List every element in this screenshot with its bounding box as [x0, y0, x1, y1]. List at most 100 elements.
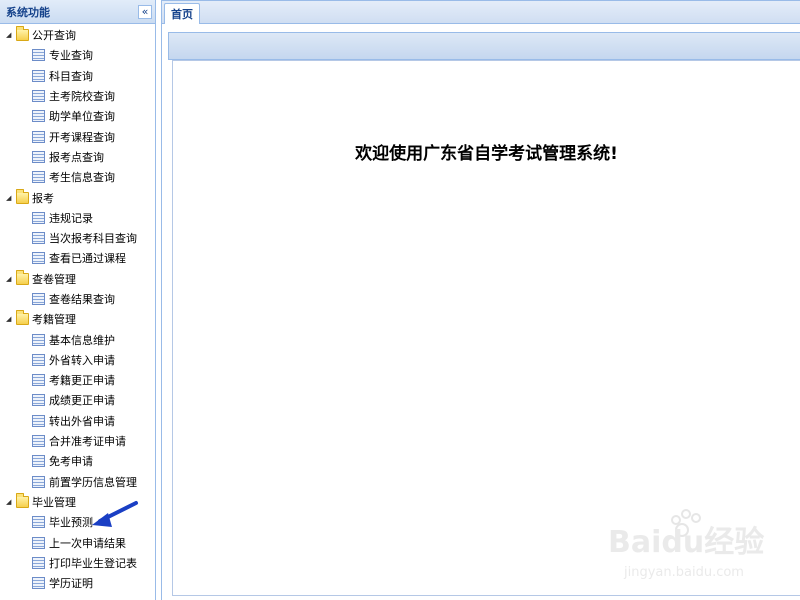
tree-leaf[interactable]: 开考课程查询	[0, 126, 155, 146]
expand-triangle-icon[interactable]: ◢	[6, 498, 16, 506]
tree-leaf-label: 毕业预测	[49, 516, 93, 530]
annotation-arrow-icon	[92, 501, 138, 527]
tree-leaf-label: 开考课程查询	[49, 130, 115, 144]
folder-icon	[16, 269, 29, 285]
tree-leaf-label: 外省转入申请	[49, 353, 115, 367]
page-icon	[32, 475, 45, 488]
content-toolbar	[168, 32, 800, 60]
tab-home[interactable]: 首页	[164, 3, 200, 24]
tree-leaf-label: 查看已通过课程	[49, 252, 126, 266]
sidebar-title: 系统功能	[6, 5, 50, 19]
tree-leaf[interactable]: 基本信息维护	[0, 329, 155, 349]
tree-leaf-label: 科目查询	[49, 69, 93, 83]
tree-leaf-label: 免考申请	[49, 455, 93, 469]
tree-leaf-label: 学历证明	[49, 577, 93, 591]
tree-group: ◢ 考籍管理 基本信息维护 外省转入申请 考籍更正申请 成绩更正申请 转出外省申…	[0, 309, 155, 492]
tree-group-label: 公开查询	[32, 29, 76, 43]
sidebar-header: 系统功能 «	[0, 0, 155, 24]
tree-leaf-label: 打印毕业生登记表	[49, 556, 137, 570]
page-icon	[32, 333, 45, 346]
page-icon	[32, 150, 45, 163]
watermark-brand: Baidu经验	[608, 525, 764, 560]
page-icon	[32, 130, 45, 143]
expand-triangle-icon[interactable]: ◢	[6, 275, 16, 283]
tree-leaf[interactable]: 查看已通过课程	[0, 248, 155, 268]
tree-group-public-query[interactable]: ◢ 公开查询	[0, 25, 155, 45]
collapse-sidebar-button[interactable]: «	[138, 4, 152, 19]
tree-group-paper-review[interactable]: ◢ 查卷管理	[0, 269, 155, 289]
tree-leaf-label: 查卷结果查询	[49, 293, 115, 306]
folder-icon	[16, 310, 29, 326]
tree-group-exam-records[interactable]: ◢ 考籍管理	[0, 309, 155, 329]
page-icon	[32, 353, 45, 366]
tree-leaf-label: 前置学历信息管理	[49, 475, 137, 489]
tree-leaf[interactable]: 上一次申请结果	[0, 532, 155, 552]
page-icon	[32, 516, 45, 529]
tree-leaf[interactable]: 打印毕业生登记表	[0, 553, 155, 573]
tree-group-label: 报考	[32, 191, 54, 205]
page-icon	[32, 232, 45, 245]
tree-leaf-label: 成绩更正申请	[49, 394, 115, 408]
tree-leaf[interactable]: 主考院校查询	[0, 86, 155, 106]
tree-leaf-label: 基本信息维护	[49, 333, 115, 347]
page-icon	[32, 556, 45, 569]
tree-leaf[interactable]: 报考点查询	[0, 147, 155, 167]
tree-leaf-label: 报考点查询	[49, 150, 104, 164]
page-icon	[32, 414, 45, 427]
tree-leaf[interactable]: 成绩更正申请	[0, 390, 155, 410]
page-icon	[32, 435, 45, 448]
baidu-watermark-logo: Baidu经验 jingyan.baidu.com	[608, 509, 764, 580]
tree-group-label: 考籍管理	[32, 313, 76, 327]
folder-icon	[16, 26, 29, 42]
page-icon	[32, 171, 45, 184]
page-icon	[32, 252, 45, 265]
tree-leaf[interactable]: 违规记录	[0, 208, 155, 228]
page-icon	[32, 536, 45, 549]
tree-group-label: 查卷管理	[32, 272, 76, 286]
tree-leaf[interactable]: 学历证明	[0, 573, 155, 593]
tree-leaf[interactable]: 助学单位查询	[0, 106, 155, 126]
tree-group: ◢ 公开查询 专业查询 科目查询 主考院校查询 助学单位查询 开考课程查询 报考…	[0, 25, 155, 187]
folder-icon	[16, 188, 29, 204]
tree-leaf-label: 转出外省申请	[49, 414, 115, 428]
page-icon	[32, 394, 45, 407]
page-icon	[32, 110, 45, 123]
tree-leaf[interactable]: 合并准考证申请	[0, 431, 155, 451]
page-icon	[32, 455, 45, 468]
welcome-message: 欢迎使用广东省自学考试管理系统!	[355, 144, 618, 164]
watermark-url: jingyan.baidu.com	[623, 565, 744, 580]
tree-leaf[interactable]: 外省转入申请	[0, 350, 155, 370]
tree-leaf-label: 主考院校查询	[49, 90, 115, 104]
tree-group: ◢ 查卷管理 查卷结果查询	[0, 269, 155, 310]
tree-leaf-label: 助学单位查询	[49, 110, 115, 124]
tree-leaf-label: 专业查询	[49, 49, 93, 63]
tree-leaf[interactable]: 前置学历信息管理	[0, 472, 155, 492]
tree-leaf-label: 考籍更正申请	[49, 374, 115, 388]
page-icon	[32, 577, 45, 590]
tree-group: ◢ 报考 违规记录 当次报考科目查询 查看已通过课程	[0, 187, 155, 268]
tab-strip: 首页	[161, 0, 800, 24]
page-icon	[32, 374, 45, 387]
tree-group-registration[interactable]: ◢ 报考	[0, 187, 155, 207]
tree-leaf[interactable]: 查卷结果查询	[0, 289, 155, 309]
page-icon	[32, 90, 45, 103]
tree-leaf[interactable]: 科目查询	[0, 66, 155, 86]
tree-leaf-label: 合并准考证申请	[49, 435, 126, 449]
tree-leaf[interactable]: 转出外省申请	[0, 411, 155, 431]
tree-leaf-label: 当次报考科目查询	[49, 232, 137, 246]
tree-group-label: 毕业管理	[32, 495, 76, 509]
tree-leaf[interactable]: 考生信息查询	[0, 167, 155, 187]
tree-leaf[interactable]: 考籍更正申请	[0, 370, 155, 390]
page-icon	[32, 293, 45, 305]
tree-leaf[interactable]: 专业查询	[0, 45, 155, 65]
expand-triangle-icon[interactable]: ◢	[6, 194, 16, 202]
tree-leaf-label: 上一次申请结果	[49, 536, 126, 550]
page-icon	[32, 211, 45, 224]
expand-triangle-icon[interactable]: ◢	[6, 315, 16, 323]
folder-icon	[16, 492, 29, 508]
expand-triangle-icon[interactable]: ◢	[6, 31, 16, 39]
tree-leaf-label: 考生信息查询	[49, 171, 115, 185]
tree-leaf[interactable]: 免考申请	[0, 451, 155, 471]
tree-leaf[interactable]: 当次报考科目查询	[0, 228, 155, 248]
page-icon	[32, 69, 45, 82]
